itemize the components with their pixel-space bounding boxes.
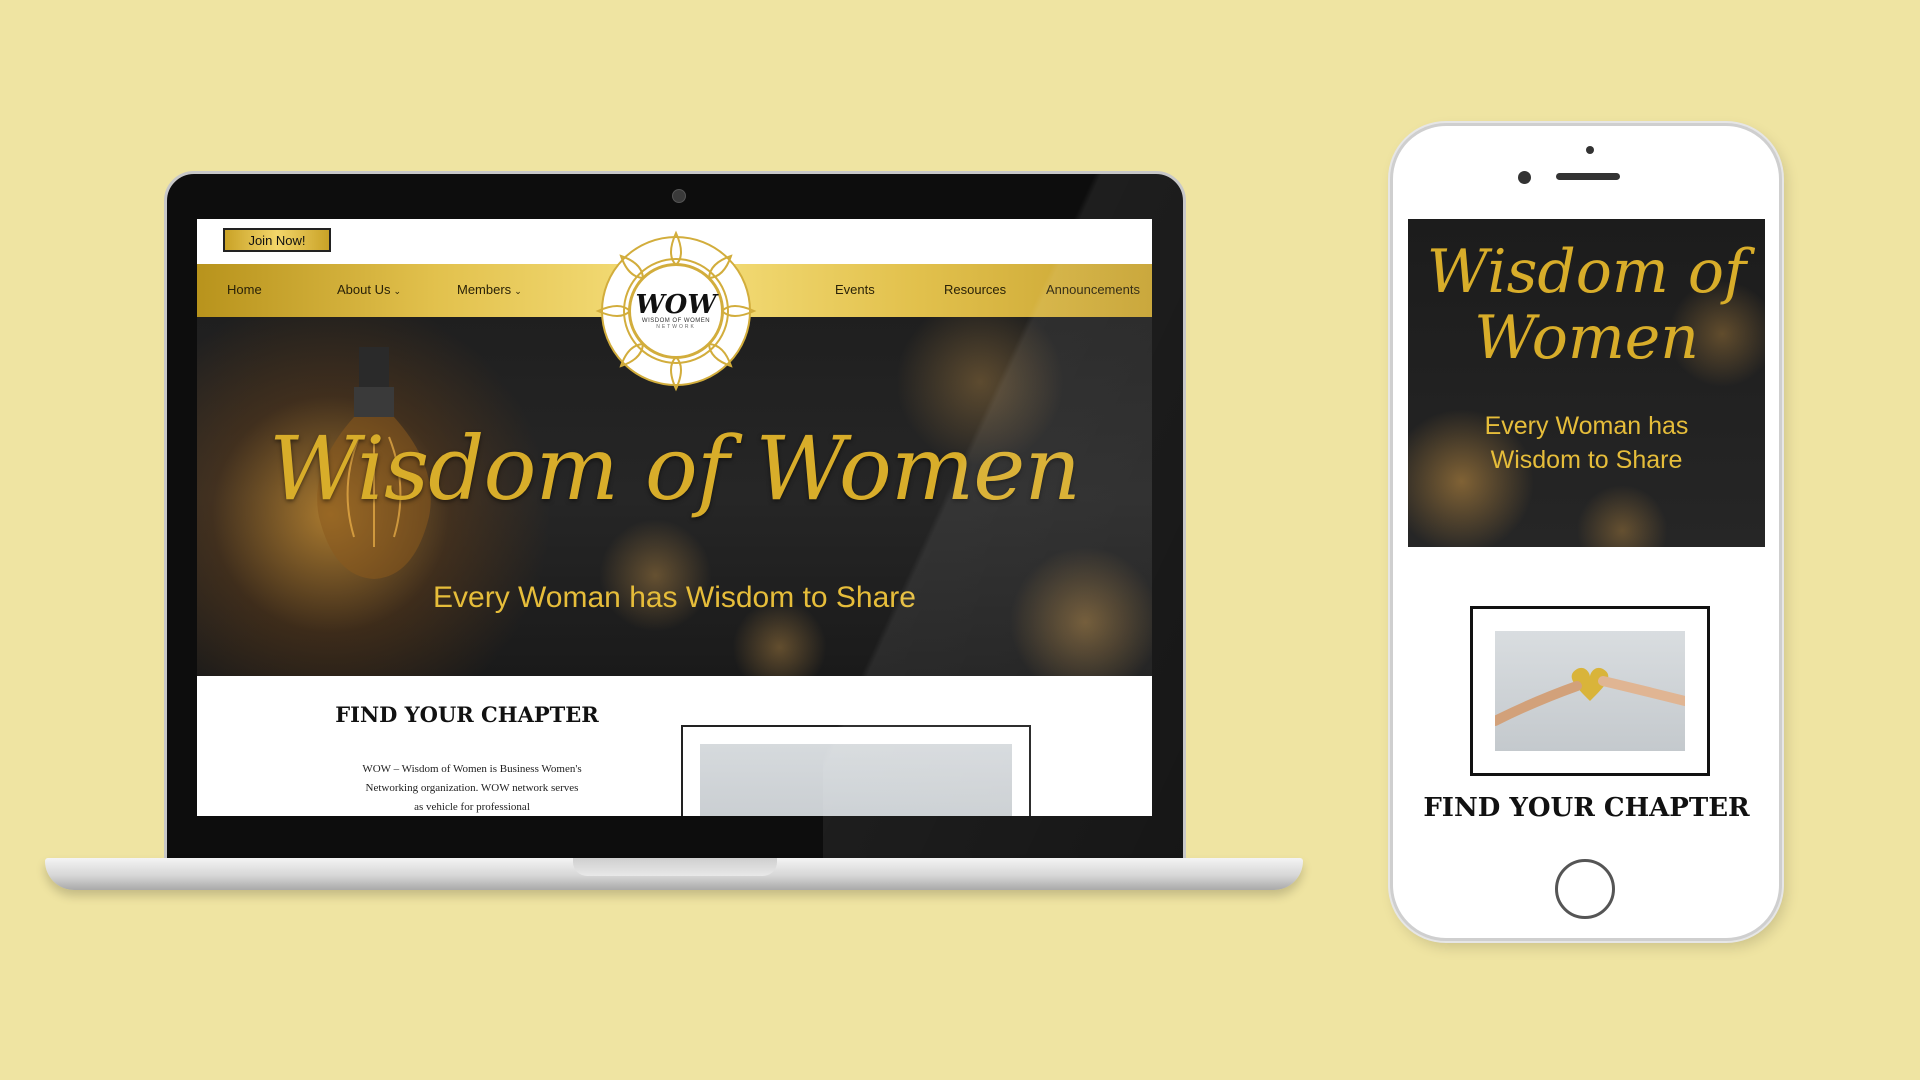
nav-about-us[interactable]: About Us ⌄ xyxy=(337,282,401,297)
join-now-button[interactable]: Join Now! xyxy=(223,228,331,252)
nav-announcements[interactable]: Announcements xyxy=(1046,282,1140,297)
logo-badge: WOW WISDOM OF WOMEN NETWORK xyxy=(628,263,724,359)
mobile-title-line2: Women xyxy=(1474,303,1699,373)
nav-resources-label: Resources xyxy=(944,282,1007,297)
chevron-down-icon: ⌄ xyxy=(393,286,402,296)
nav-events[interactable]: Events xyxy=(835,282,875,297)
mobile-title-line1: Wisdom of xyxy=(1426,237,1747,307)
mobile-subtitle-line1: Every Woman has xyxy=(1484,412,1689,440)
nav-home[interactable]: Home xyxy=(227,282,262,297)
hands-heart-image xyxy=(700,744,1012,816)
wow-logo[interactable]: WOW WISDOM OF WOMEN NETWORK xyxy=(590,225,762,397)
hero-subtitle: Every Woman has Wisdom to Share xyxy=(433,581,916,614)
mobile-hero-subtitle: Every Woman has Wisdom to Share xyxy=(1408,409,1765,477)
mobile-hero: Wisdom of Women Every Woman has Wisdom t… xyxy=(1408,219,1765,547)
mobile-hero-title: Wisdom of Women xyxy=(1408,239,1765,371)
nav-announcements-label: Announcements xyxy=(1046,282,1140,297)
desktop-website-screen: Join Now! Wisdom of Women Every Woman ha… xyxy=(197,219,1152,816)
mobile-website-screen: Wisdom of Women Every Woman has Wisdom t… xyxy=(1408,219,1765,851)
phone-camera-icon xyxy=(1518,171,1531,184)
laptop-frame: Join Now! Wisdom of Women Every Woman ha… xyxy=(164,171,1186,861)
heart-icon xyxy=(1490,667,1690,726)
phone-frame: Wisdom of Women Every Woman has Wisdom t… xyxy=(1390,123,1782,941)
mobile-photo-frame xyxy=(1470,606,1710,776)
content-section: FIND YOUR CHAPTER WOW – Wisdom of Women … xyxy=(197,676,1152,816)
phone-sensor-icon xyxy=(1586,146,1594,154)
mobile-find-chapter-heading: FIND YOUR CHAPTER xyxy=(1423,793,1750,823)
nav-members-label: Members xyxy=(457,282,512,297)
laptop-camera-icon xyxy=(672,189,686,203)
hero-title: Wisdom of Women xyxy=(268,417,1081,520)
nav-resources[interactable]: Resources xyxy=(944,282,1006,297)
nav-events-label: Events xyxy=(835,282,875,297)
nav-members[interactable]: Members ⌄ xyxy=(457,282,522,297)
nav-about-label: About Us xyxy=(337,282,391,297)
phone-speaker xyxy=(1556,173,1620,180)
photo-frame xyxy=(681,725,1031,816)
home-button[interactable] xyxy=(1555,859,1615,919)
laptop-base xyxy=(45,858,1303,890)
mobile-subtitle-line2: Wisdom to Share xyxy=(1490,446,1683,474)
logo-wow-text: WOW xyxy=(635,290,717,320)
chapter-description: WOW – Wisdom of Women is Business Women'… xyxy=(362,763,582,813)
hands-heart-image xyxy=(1490,631,1690,751)
logo-network: NETWORK xyxy=(656,324,696,330)
laptop-notch xyxy=(573,858,777,876)
chevron-down-icon: ⌄ xyxy=(514,286,522,296)
find-chapter-heading: FIND YOUR CHAPTER xyxy=(335,702,599,727)
nav-home-label: Home xyxy=(227,282,262,297)
